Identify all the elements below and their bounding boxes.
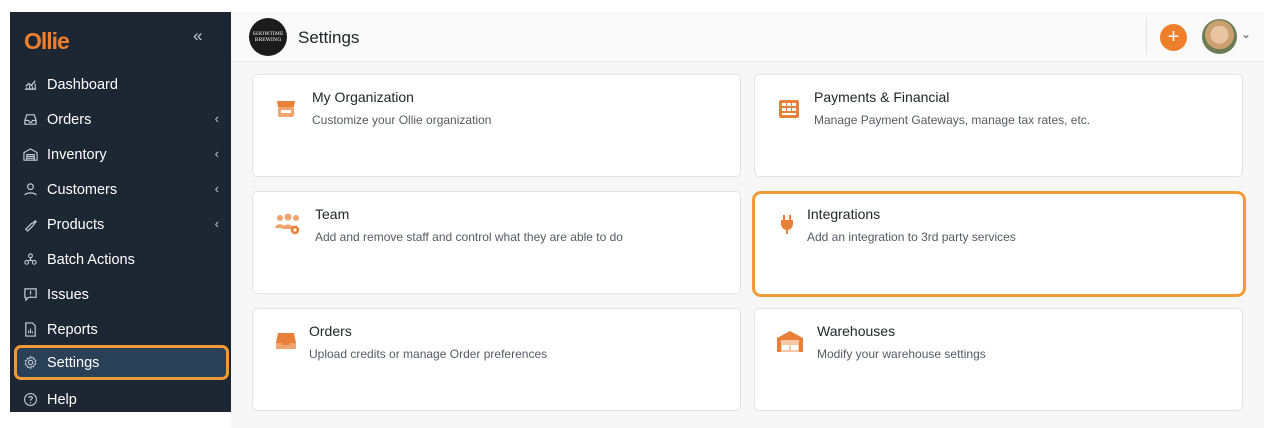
brand-logo[interactable]: SHOWTIME BREWING bbox=[249, 18, 287, 56]
card-description: Add and remove staff and control what th… bbox=[315, 230, 623, 244]
card-description: Manage Payment Gateways, manage tax rate… bbox=[814, 113, 1091, 127]
sidebar-item-batch-actions[interactable]: Batch Actions bbox=[10, 242, 231, 277]
avatar[interactable] bbox=[1202, 19, 1237, 54]
dashboard-icon bbox=[22, 77, 38, 93]
settings-icon bbox=[22, 355, 38, 371]
chevron-left-icon: ‹ bbox=[214, 146, 219, 161]
card-description: Modify your warehouse settings bbox=[817, 347, 986, 361]
card-title: My Organization bbox=[312, 89, 414, 105]
chevron-left-icon: ‹ bbox=[214, 216, 219, 231]
sidebar-item-orders[interactable]: Orders ‹ bbox=[10, 102, 231, 137]
chevron-left-icon: ‹ bbox=[214, 181, 219, 196]
card-description: Customize your Ollie organization bbox=[312, 113, 492, 127]
add-button[interactable]: + bbox=[1160, 24, 1187, 51]
settings-card-warehouses[interactable]: Warehouses Modify your warehouse setting… bbox=[754, 308, 1243, 411]
team-icon bbox=[275, 213, 300, 235]
warehouse-icon bbox=[777, 331, 803, 352]
sidebar-item-label: Products bbox=[47, 216, 105, 233]
chevron-down-icon[interactable]: ⌄ bbox=[1241, 27, 1251, 41]
sidebar-item-label: Orders bbox=[47, 111, 92, 128]
ledger-icon bbox=[779, 100, 799, 118]
collapse-sidebar-button[interactable]: « bbox=[193, 26, 202, 46]
ollie-logo[interactable]: Ollie bbox=[24, 28, 70, 55]
card-title: Orders bbox=[309, 323, 352, 339]
settings-card-my-organization[interactable]: My Organization Customize your Ollie org… bbox=[252, 74, 741, 177]
card-title: Integrations bbox=[807, 206, 881, 222]
header-divider bbox=[1146, 18, 1147, 54]
settings-card-payments-financial[interactable]: Payments & Financial Manage Payment Gate… bbox=[754, 74, 1243, 177]
sidebar-item-label: Dashboard bbox=[47, 76, 118, 93]
sidebar: Ollie « Dashboard Orders ‹ Inventory ‹ C… bbox=[10, 12, 231, 412]
store-icon bbox=[277, 101, 295, 117]
help-icon bbox=[22, 392, 38, 408]
card-title: Warehouses bbox=[817, 323, 896, 339]
card-description: Add an integration to 3rd party services bbox=[807, 230, 1016, 244]
sidebar-item-issues[interactable]: Issues bbox=[10, 277, 231, 312]
sidebar-item-dashboard[interactable]: Dashboard bbox=[10, 67, 231, 102]
products-icon bbox=[22, 217, 38, 233]
sidebar-item-settings[interactable]: Settings bbox=[14, 345, 229, 380]
sidebar-item-label: Help bbox=[47, 391, 77, 408]
orders-icon bbox=[22, 112, 38, 128]
page-title: Settings bbox=[298, 28, 360, 47]
issues-icon bbox=[22, 287, 38, 303]
sidebar-item-label: Settings bbox=[47, 354, 100, 371]
batch-actions-icon bbox=[22, 252, 38, 268]
sidebar-item-label: Batch Actions bbox=[47, 251, 135, 268]
sidebar-item-help[interactable]: Help bbox=[10, 382, 231, 417]
sidebar-item-label: Inventory bbox=[47, 146, 107, 163]
inventory-icon bbox=[22, 147, 38, 163]
sidebar-item-label: Issues bbox=[47, 286, 89, 303]
settings-card-integrations[interactable]: Integrations Add an integration to 3rd p… bbox=[752, 191, 1246, 297]
plug-icon bbox=[781, 215, 793, 234]
card-title: Payments & Financial bbox=[814, 89, 950, 105]
card-description: Upload credits or manage Order preferenc… bbox=[309, 347, 548, 361]
top-header: SHOWTIME BREWING Settings + ⌄ bbox=[231, 12, 1264, 62]
customers-icon bbox=[22, 182, 38, 198]
sidebar-item-products[interactable]: Products ‹ bbox=[10, 207, 231, 242]
reports-icon bbox=[22, 322, 38, 338]
sidebar-item-customers[interactable]: Customers ‹ bbox=[10, 172, 231, 207]
settings-card-orders[interactable]: Orders Upload credits or manage Order pr… bbox=[252, 308, 741, 411]
brand-logo-line2: BREWING bbox=[254, 37, 282, 43]
sidebar-item-reports[interactable]: Reports bbox=[10, 312, 231, 347]
chevron-left-icon: ‹ bbox=[214, 111, 219, 126]
sidebar-item-inventory[interactable]: Inventory ‹ bbox=[10, 137, 231, 172]
settings-card-team[interactable]: Team Add and remove staff and control wh… bbox=[252, 191, 741, 294]
settings-content: My Organization Customize your Ollie org… bbox=[231, 62, 1264, 428]
sidebar-item-label: Customers bbox=[47, 181, 118, 198]
tray-icon bbox=[276, 333, 296, 349]
sidebar-item-label: Reports bbox=[47, 321, 98, 338]
card-title: Team bbox=[315, 206, 350, 222]
